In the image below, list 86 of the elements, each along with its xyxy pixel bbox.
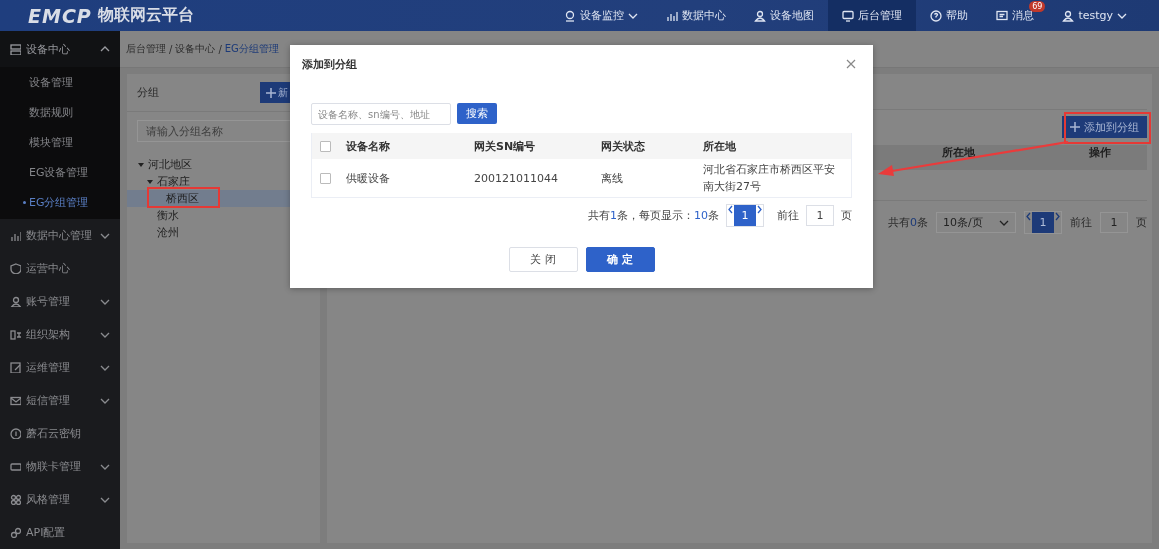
bar-chart-icon bbox=[666, 9, 679, 22]
nav-item[interactable]: 数据中心 bbox=[652, 0, 741, 31]
person-icon bbox=[10, 296, 21, 307]
server-icon bbox=[10, 43, 21, 55]
help-icon bbox=[930, 9, 943, 22]
goto-label: 前往 bbox=[1070, 215, 1092, 230]
nav-item[interactable]: 设备监控 bbox=[550, 0, 653, 31]
confirm-button[interactable]: 确 定 bbox=[585, 247, 655, 272]
monitor-icon bbox=[842, 9, 855, 22]
sidebar-subitem[interactable]: 数据规则 bbox=[0, 97, 120, 127]
person-icon bbox=[754, 9, 767, 22]
breadcrumb-link[interactable]: 后台管理 bbox=[126, 42, 166, 56]
chevron-right-icon[interactable] bbox=[756, 205, 763, 214]
column-header: 所在地 bbox=[940, 146, 976, 159]
sidebar-item[interactable]: 运营中心 bbox=[0, 252, 120, 285]
sidebar-item[interactable]: API配置 bbox=[0, 516, 120, 549]
platform-name: 物联网云平台 bbox=[97, 5, 194, 26]
user-icon bbox=[1062, 9, 1075, 22]
chevron-left-icon[interactable] bbox=[1025, 212, 1032, 221]
checkbox[interactable] bbox=[320, 140, 331, 152]
card-icon bbox=[10, 461, 21, 472]
nav-item[interactable]: testgy bbox=[1048, 0, 1141, 31]
grid-icon bbox=[10, 494, 21, 505]
caret-icon bbox=[999, 218, 1009, 227]
sidebar-item[interactable]: 数据中心管理 bbox=[0, 219, 120, 252]
pin-icon bbox=[564, 9, 577, 22]
nav-item[interactable]: 设备地图 bbox=[740, 0, 829, 31]
close-icon[interactable] bbox=[846, 59, 856, 69]
message-icon bbox=[996, 9, 1009, 22]
logo-text: EMCP bbox=[28, 4, 92, 27]
sidebar-item[interactable]: 设备中心 bbox=[0, 31, 120, 67]
envelope-icon bbox=[10, 395, 21, 406]
nav-item[interactable]: 后台管理 bbox=[828, 0, 917, 31]
table-cell-text: 河北省石家庄市桥西区平安南大街27号 bbox=[703, 162, 836, 195]
tree-node[interactable]: 石家庄 bbox=[127, 173, 320, 190]
total-count: 共有1条，每页显示：10条 bbox=[588, 208, 719, 223]
page-size-select[interactable]: 10条/页 bbox=[936, 212, 1016, 233]
dialog-title: 添加到分组 bbox=[302, 56, 357, 72]
column-header: 操作 bbox=[1088, 146, 1112, 159]
nav-item[interactable]: 消息 69 bbox=[982, 0, 1049, 31]
table-cell-text: 200121011044 bbox=[474, 171, 559, 185]
sidebar-subitem[interactable]: EG分组管理 bbox=[0, 187, 120, 217]
total-count: 共有0条 bbox=[888, 215, 928, 230]
sidebar-item[interactable]: 账号管理 bbox=[0, 285, 120, 318]
column-header: 网关状态 bbox=[601, 138, 646, 154]
page-unit: 页 bbox=[841, 208, 852, 223]
add-to-group-button[interactable]: 添加到分组 bbox=[1062, 116, 1147, 138]
badge: 69 bbox=[1029, 1, 1046, 12]
chevron-right-icon[interactable] bbox=[1054, 212, 1061, 221]
breadcrumb-separator: / bbox=[218, 43, 222, 55]
sidebar-subitem[interactable]: EG设备管理 bbox=[0, 157, 120, 187]
page-input[interactable]: 1 bbox=[1100, 212, 1128, 233]
column-header: 网关SN编号 bbox=[474, 138, 537, 154]
sidebar-item[interactable]: 风格管理 bbox=[0, 483, 120, 516]
table-cell-text: 离线 bbox=[601, 170, 624, 186]
page-unit: 页 bbox=[1136, 215, 1147, 230]
column-header: 设备名称 bbox=[346, 138, 391, 154]
nav-item[interactable]: 帮助 bbox=[916, 0, 983, 31]
edit-icon bbox=[10, 362, 21, 373]
sidebar-item[interactable]: 运维管理 bbox=[0, 351, 120, 384]
search-button[interactable]: 搜索 bbox=[457, 103, 497, 124]
checkbox[interactable] bbox=[320, 172, 331, 184]
plus-icon bbox=[266, 87, 276, 98]
column-header: 所在地 bbox=[703, 138, 737, 154]
link-icon bbox=[10, 527, 21, 538]
org-chart-icon bbox=[10, 329, 21, 340]
goto-label: 前往 bbox=[777, 208, 799, 223]
chevron-left-icon[interactable] bbox=[727, 205, 734, 214]
breadcrumb-link[interactable]: 设备中心 bbox=[175, 42, 216, 56]
page-input[interactable]: 1 bbox=[806, 205, 834, 226]
sidebar-item[interactable]: 组织架构 bbox=[0, 318, 120, 351]
plus-icon bbox=[1070, 122, 1080, 132]
sidebar-item[interactable]: 物联卡管理 bbox=[0, 450, 120, 483]
sidebar-subitem[interactable]: 设备管理 bbox=[0, 67, 120, 97]
tree-node[interactable]: 河北地区 bbox=[127, 156, 320, 173]
page-number[interactable]: 1 bbox=[1032, 212, 1054, 233]
breadcrumb-separator: / bbox=[169, 43, 173, 55]
shield-icon bbox=[10, 263, 21, 274]
sidebar-item[interactable]: 蘑石云密钥 bbox=[0, 417, 120, 450]
table-cell-text: 供暖设备 bbox=[346, 170, 391, 186]
sidebar-item[interactable]: 短信管理 bbox=[0, 384, 120, 417]
page-number[interactable]: 1 bbox=[734, 205, 756, 226]
sidebar-subitem[interactable]: 模块管理 bbox=[0, 127, 120, 157]
bar-chart-icon bbox=[10, 230, 21, 241]
panel-title: 分组 bbox=[137, 85, 159, 100]
close-button[interactable]: 关 闭 bbox=[508, 247, 578, 272]
